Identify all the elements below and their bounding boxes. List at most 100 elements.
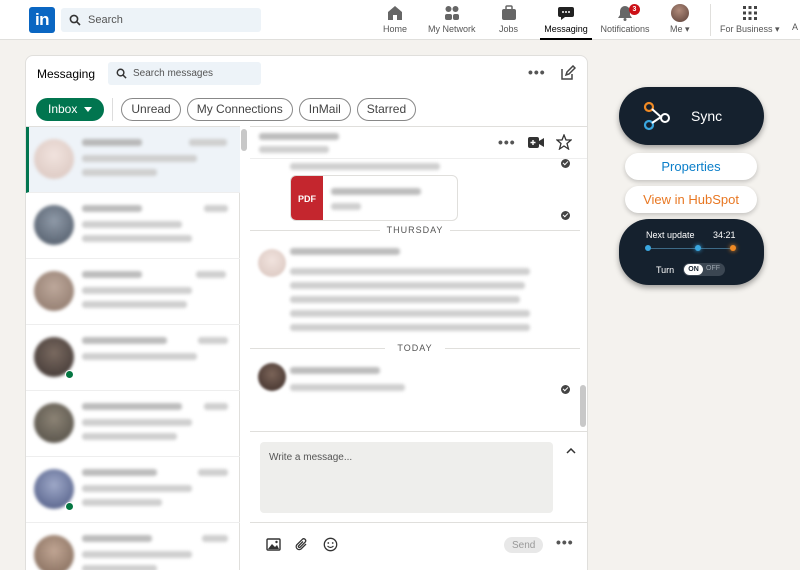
nav-messaging[interactable]: Messaging: [540, 4, 592, 40]
blurred-text: [82, 271, 142, 278]
message-thread: ••• PDF THURSDAY TODAY Write a message..…: [250, 126, 587, 570]
search-icon: [116, 68, 127, 79]
blurred-text: [82, 221, 182, 228]
blurred-text: [198, 337, 228, 344]
blurred-text: [189, 139, 227, 146]
sync-logo-icon: [643, 101, 670, 131]
sync-button[interactable]: Sync: [619, 87, 764, 145]
blurred-text: [82, 205, 142, 212]
read-receipt-icon: [561, 385, 570, 394]
list-item[interactable]: [26, 127, 240, 193]
blurred-text: [82, 353, 197, 360]
video-call-icon[interactable]: [528, 136, 544, 149]
auto-sync-toggle[interactable]: ON OFF: [683, 263, 725, 276]
nav-messaging-label: Messaging: [544, 24, 588, 34]
timeline-dot: [645, 245, 651, 251]
blurred-text: [290, 384, 405, 391]
pdf-icon: PDF: [291, 176, 323, 220]
thread-more-options-icon[interactable]: •••: [498, 134, 516, 150]
messaging-title: Messaging: [37, 67, 96, 81]
blurred-text: [82, 551, 192, 558]
nav-me[interactable]: Me ▾: [670, 4, 690, 40]
list-item[interactable]: [26, 523, 240, 570]
grid-icon: [742, 6, 757, 20]
linkedin-logo[interactable]: in: [29, 7, 55, 33]
image-icon[interactable]: [266, 537, 281, 552]
paperclip-icon[interactable]: [294, 537, 309, 552]
avatar: [34, 535, 74, 570]
nav-for-business-text: For Business: [720, 24, 773, 34]
blurred-text: [198, 469, 228, 476]
search-placeholder: Search: [88, 14, 123, 26]
blurred-text: [82, 419, 192, 426]
thread-header: •••: [250, 127, 587, 159]
more-options-icon[interactable]: •••: [528, 64, 546, 80]
thread-scrollbar[interactable]: [580, 385, 586, 427]
day-divider-today: TODAY: [397, 343, 433, 353]
blurred-text: [82, 169, 157, 176]
filter-inmail[interactable]: InMail: [298, 97, 351, 121]
blurred-text: [290, 310, 530, 317]
blurred-text: [82, 469, 157, 476]
home-icon: [388, 6, 402, 20]
nav-jobs[interactable]: Jobs: [499, 4, 518, 40]
network-icon: [444, 6, 459, 20]
nav-me-label: Me ▾: [670, 24, 690, 34]
nav-for-business[interactable]: For Business ▾: [720, 4, 780, 40]
search-messages-input[interactable]: Search messages: [108, 62, 261, 85]
blurred-text: [290, 282, 525, 289]
list-item[interactable]: [26, 259, 240, 325]
chevron-up-icon[interactable]: [566, 448, 576, 454]
read-receipt-icon: [561, 159, 570, 168]
nav-home[interactable]: Home: [383, 4, 407, 40]
nav-notifications[interactable]: 3 Notifications: [598, 4, 652, 40]
avatar: [258, 363, 286, 391]
avatar: [670, 4, 689, 22]
filter-my-connections[interactable]: My Connections: [186, 97, 293, 121]
list-item[interactable]: [26, 391, 240, 457]
composer-more-icon[interactable]: •••: [556, 534, 574, 550]
online-status-indicator: [65, 502, 74, 511]
write-message-input[interactable]: Write a message...: [260, 442, 553, 513]
next-update-label: Next update: [646, 230, 695, 240]
compose-icon[interactable]: [560, 65, 576, 81]
filter-inbox[interactable]: Inbox: [36, 97, 105, 121]
filter-bar: Inbox Unread My Connections InMail Starr…: [36, 97, 417, 121]
list-item[interactable]: [26, 193, 240, 259]
filter-inbox-label: Inbox: [48, 102, 78, 116]
briefcase-icon: [501, 5, 516, 20]
blurred-text: [82, 433, 177, 440]
view-in-hubspot-button[interactable]: View in HubSpot: [625, 186, 757, 213]
nav-my-network[interactable]: My Network: [428, 4, 476, 40]
blurred-text: [290, 367, 380, 374]
filter-starred[interactable]: Starred: [356, 97, 417, 121]
list-item[interactable]: [26, 325, 240, 391]
conversation-list-scrollbar[interactable]: [241, 129, 247, 151]
read-receipt-icon: [561, 211, 570, 220]
nav-advertise-label: A: [792, 22, 799, 32]
blurred-text: [290, 248, 400, 255]
emoji-icon[interactable]: [323, 537, 338, 552]
blurred-text: [82, 565, 157, 570]
turn-label: Turn: [656, 265, 675, 275]
global-search-input[interactable]: Search: [61, 8, 261, 32]
notification-badge: 3: [629, 4, 640, 15]
blurred-text: [202, 535, 228, 542]
blurred-text: [82, 155, 197, 162]
star-icon[interactable]: [556, 134, 572, 150]
blurred-text: [82, 485, 192, 492]
nav-advertise[interactable]: A: [792, 22, 798, 58]
pdf-attachment[interactable]: PDF: [290, 175, 458, 221]
list-item[interactable]: [26, 457, 240, 523]
filter-unread[interactable]: Unread: [121, 97, 181, 121]
search-icon: [69, 14, 81, 26]
next-update-card: Next update 34:21 Turn ON OFF: [619, 219, 764, 285]
blurred-text: [290, 296, 520, 303]
properties-button[interactable]: Properties: [625, 153, 757, 180]
next-update-time: 34:21: [713, 230, 736, 240]
send-button[interactable]: Send: [504, 537, 544, 553]
conversation-list[interactable]: [26, 126, 240, 570]
avatar: [34, 403, 74, 443]
messaging-panel: Messaging Search messages ••• Inbox Unre…: [25, 55, 588, 570]
messaging-header: Messaging Search messages •••: [26, 56, 587, 92]
